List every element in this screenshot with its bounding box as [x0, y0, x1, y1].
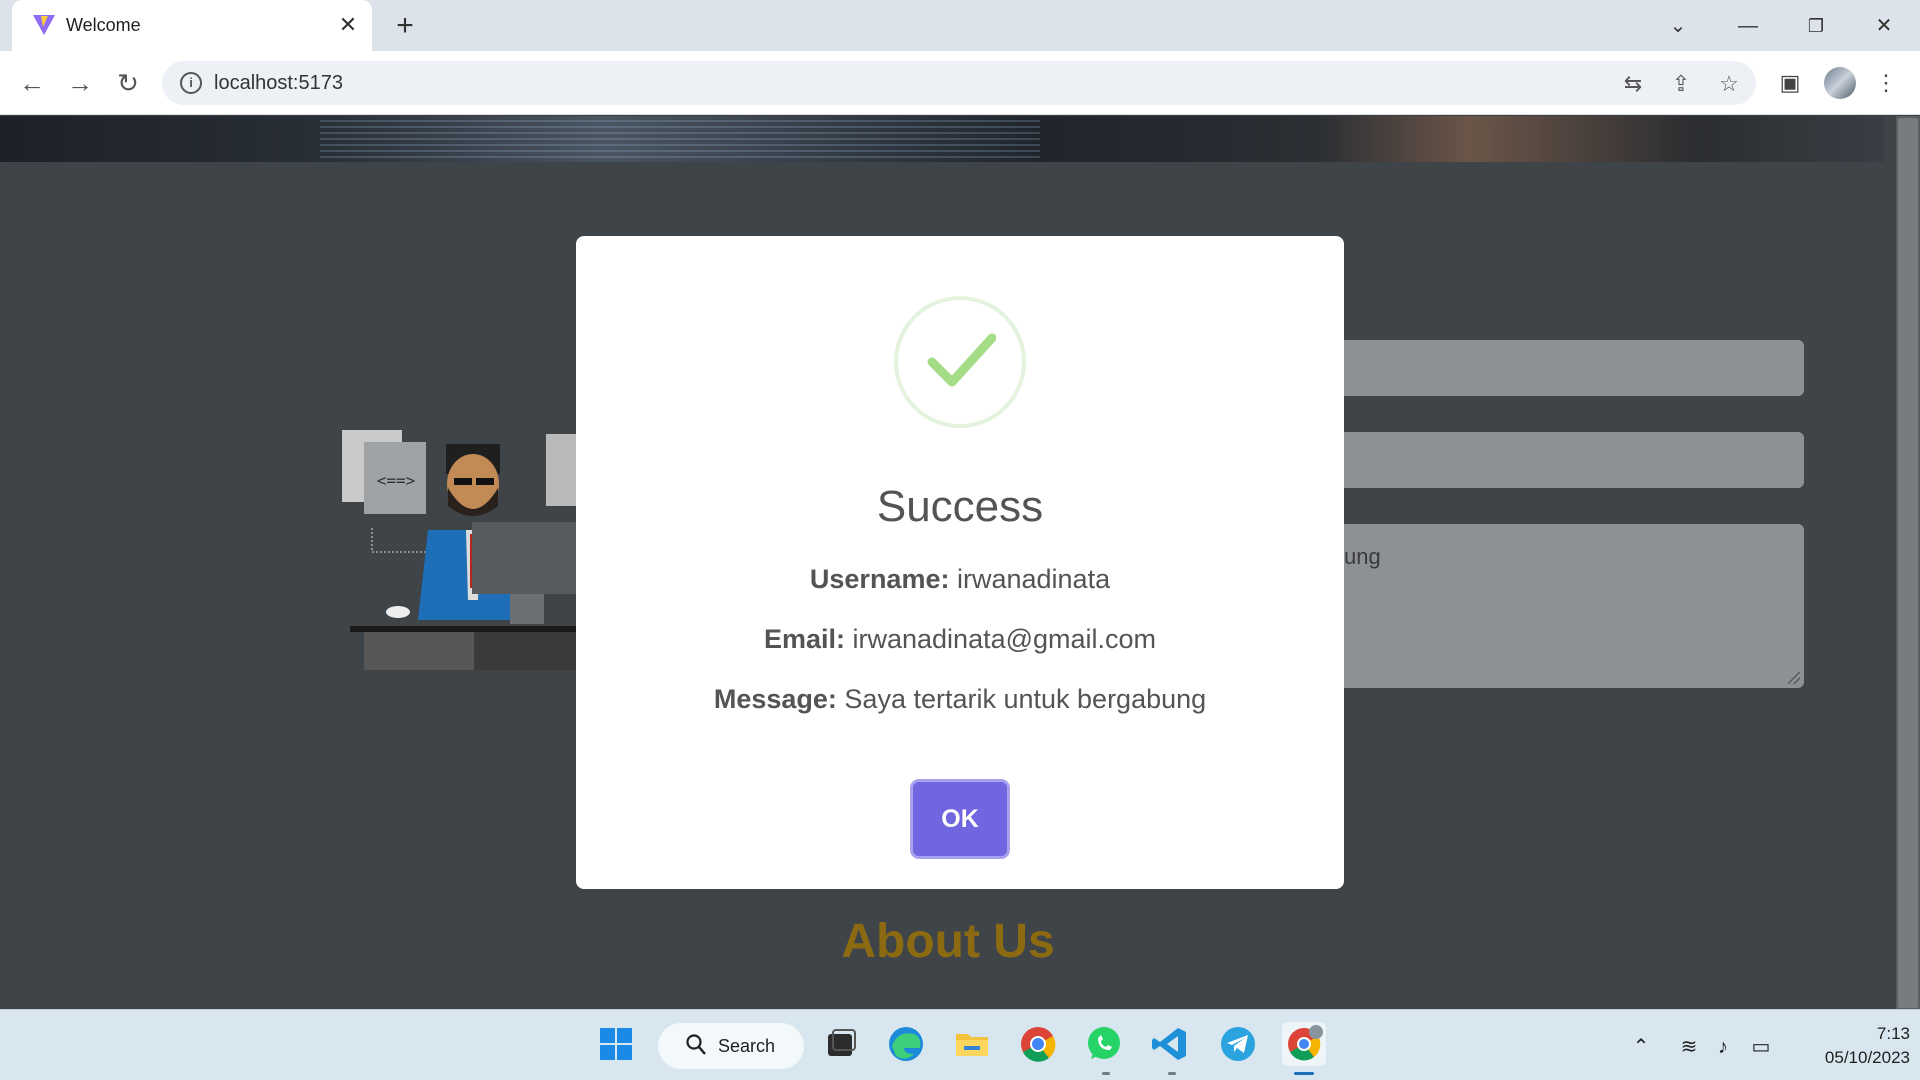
windows-taskbar: Search ⌃ ≋ ♪ ▭ 7:13 05/10/2023	[0, 1009, 1920, 1080]
battery-icon[interactable]: ▭	[1748, 1034, 1774, 1060]
chrome-active-indicator	[1294, 1072, 1314, 1075]
vite-logo-icon	[33, 15, 55, 35]
modal-email-line: Email: irwanadinata@gmail.com	[576, 624, 1344, 655]
email-field[interactable]	[1330, 432, 1804, 488]
browser-toolbar: ← → ↻ i localhost:5173 ⇆ ⇪ ☆ ▣ ⋮	[0, 51, 1920, 115]
whatsapp-icon[interactable]	[1082, 1022, 1126, 1066]
hero-banner-image	[0, 116, 1884, 162]
taskbar-search[interactable]: Search	[658, 1023, 804, 1069]
ok-button[interactable]: OK	[913, 782, 1007, 856]
windows-start-icon[interactable]	[594, 1022, 638, 1066]
svg-text:<==>: <==>	[377, 471, 416, 490]
modal-message-line: Message: Saya tertarik untuk bergabung	[576, 684, 1344, 715]
email-label: Email:	[763, 624, 845, 654]
message-field[interactable]: ung	[1330, 524, 1804, 688]
username-label: Username:	[809, 564, 950, 594]
restore-icon[interactable]: ❐	[1796, 8, 1836, 44]
new-tab-icon[interactable]: +	[388, 10, 422, 44]
tray-overflow-chevron-icon[interactable]: ⌃	[1628, 1034, 1654, 1060]
chrome-icon[interactable]	[1016, 1022, 1060, 1066]
profile-avatar[interactable]	[1824, 67, 1856, 99]
file-explorer-icon[interactable]	[950, 1022, 994, 1066]
task-view-icon[interactable]	[818, 1022, 862, 1066]
minimize-icon[interactable]: —	[1728, 8, 1768, 44]
menu-kebab-icon[interactable]: ⋮	[1868, 65, 1904, 101]
tab-title: Welcome	[66, 15, 141, 35]
message-value: Saya tertarik untuk bergabung	[844, 684, 1207, 714]
wifi-icon[interactable]: ≋	[1676, 1034, 1702, 1060]
tab-search-icon[interactable]: ⌄	[1658, 8, 1698, 44]
tab-strip: Welcome ✕ + ⌄ — ❐ ✕	[0, 0, 1920, 51]
modal-title: Success	[876, 482, 1044, 531]
forward-icon[interactable]: →	[62, 65, 98, 101]
volume-icon[interactable]: ♪	[1710, 1034, 1736, 1060]
back-icon[interactable]: ←	[14, 65, 50, 101]
taskbar-clock[interactable]: 7:13 05/10/2023	[1790, 1022, 1910, 1070]
success-modal: Success Username: irwanadinata Email: ir…	[576, 236, 1344, 889]
chrome-profile-icon[interactable]	[1282, 1022, 1326, 1066]
developer-illustration: <==>	[342, 430, 582, 670]
translate-icon[interactable]: ⇆	[1618, 69, 1648, 99]
clock-time: 7:13	[1876, 1024, 1910, 1043]
name-field[interactable]	[1330, 340, 1804, 396]
search-label: Search	[718, 1036, 776, 1056]
side-panel-icon[interactable]: ▣	[1772, 65, 1808, 101]
about-us-heading: About Us	[841, 915, 1055, 968]
username-value: irwanadinata	[956, 564, 1111, 594]
site-info-icon[interactable]: i	[180, 72, 202, 94]
modal-username-line: Username: irwanadinata	[576, 564, 1344, 595]
email-value: irwanadinata@gmail.com	[852, 624, 1157, 654]
clock-date: 05/10/2023	[1824, 1048, 1910, 1067]
message-label: Message:	[713, 684, 837, 714]
bookmark-star-icon[interactable]: ☆	[1714, 69, 1744, 99]
search-icon	[686, 1034, 706, 1055]
url-text[interactable]: localhost:5173	[214, 72, 343, 95]
edge-browser-icon[interactable]	[884, 1022, 928, 1066]
address-bar[interactable]: i localhost:5173 ⇆ ⇪ ☆	[162, 61, 1756, 105]
share-icon[interactable]: ⇪	[1666, 69, 1696, 99]
tab-welcome[interactable]: Welcome ✕	[12, 0, 372, 51]
resize-handle-icon[interactable]	[1788, 672, 1800, 684]
browser-window: Welcome ✕ + ⌄ — ❐ ✕ ← → ↻ i localhost:51…	[0, 0, 1920, 1080]
message-field-value: ung	[1344, 544, 1381, 569]
vscode-running-indicator	[1168, 1072, 1176, 1075]
vscode-icon[interactable]	[1148, 1022, 1192, 1066]
checkmark-icon	[927, 333, 996, 387]
page-scrollbar-thumb[interactable]	[1898, 118, 1918, 1008]
whatsapp-running-indicator	[1102, 1072, 1110, 1075]
close-tab-icon[interactable]: ✕	[334, 11, 362, 39]
window-close-icon[interactable]: ✕	[1864, 8, 1904, 44]
telegram-icon[interactable]	[1216, 1022, 1260, 1066]
reload-icon[interactable]: ↻	[110, 65, 146, 101]
success-icon	[894, 296, 1026, 428]
